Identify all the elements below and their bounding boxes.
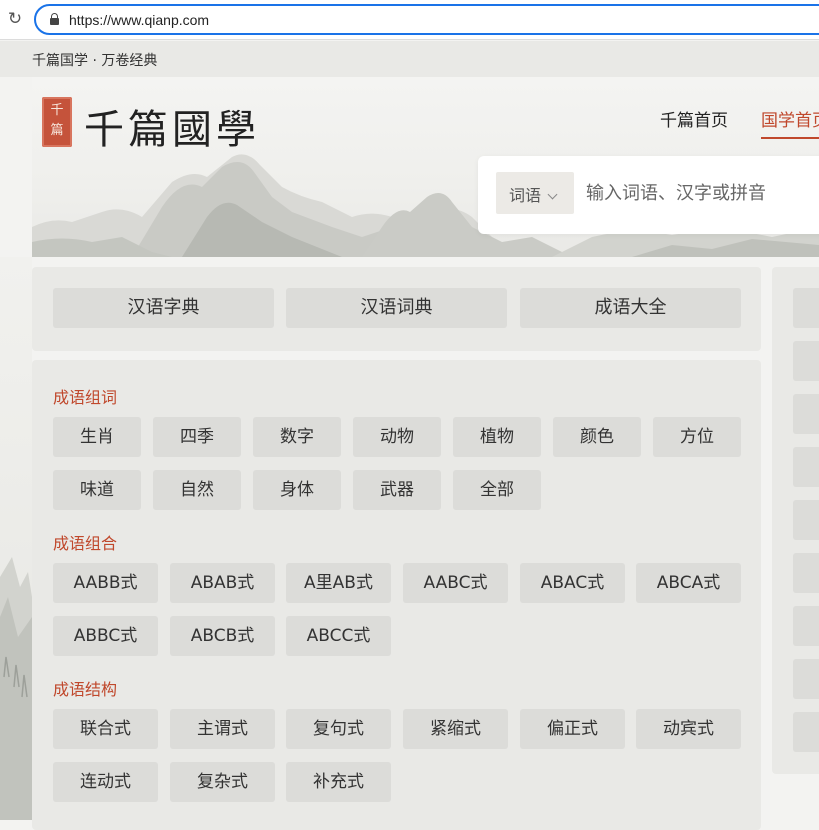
category-chip[interactable]: 身体 <box>253 470 341 510</box>
site-slogan: 千篇国学 · 万卷经典 <box>32 53 158 69</box>
address-bar[interactable]: https://www.qianp.com <box>34 4 819 35</box>
section-title: 成语组词 <box>53 388 118 407</box>
right-side-panel <box>772 267 819 774</box>
quicklink-chengyu-daquan[interactable]: 成语大全 <box>520 288 741 328</box>
category-chip[interactable]: 颜色 <box>553 417 641 457</box>
category-chip[interactable]: 植物 <box>453 417 541 457</box>
category-chip[interactable]: ABBC式 <box>53 616 158 656</box>
url-text[interactable]: https://www.qianp.com <box>69 12 209 28</box>
category-chip[interactable]: A里AB式 <box>286 563 391 603</box>
category-chip[interactable]: 动物 <box>353 417 441 457</box>
nav-home-link[interactable]: 千篇首页 <box>660 106 728 131</box>
category-chip[interactable]: 方位 <box>653 417 741 457</box>
category-chip[interactable]: 偏正式 <box>520 709 625 749</box>
search-type-label: 词语 <box>509 186 542 205</box>
category-chip[interactable]: 四季 <box>153 417 241 457</box>
category-chip[interactable]: AABB式 <box>53 563 158 603</box>
lock-icon <box>50 13 59 25</box>
side-link-button[interactable] <box>793 394 819 434</box>
quicklinks-panel: 汉语字典 汉语词典 成语大全 <box>32 267 761 351</box>
side-link-button[interactable] <box>793 659 819 699</box>
nav-guoxue-link[interactable]: 国学首页 <box>761 106 819 131</box>
category-chip[interactable]: ABCA式 <box>636 563 741 603</box>
categories-panel: 成语组词 生肖 四季 数字 动物 植物 颜色 方位 味道 自然 身体 武器 全部… <box>32 360 761 830</box>
side-link-button[interactable] <box>793 288 819 328</box>
browser-toolbar: ↻ https://www.qianp.com <box>0 0 819 40</box>
category-chip[interactable]: ABAB式 <box>170 563 275 603</box>
search-box: 词语 <box>478 156 819 234</box>
category-chip[interactable]: 补充式 <box>286 762 391 802</box>
category-chip[interactable]: 联合式 <box>53 709 158 749</box>
category-chip[interactable]: 生肖 <box>53 417 141 457</box>
side-link-button[interactable] <box>793 500 819 540</box>
reload-icon[interactable]: ↻ <box>6 10 24 28</box>
site-header: 千 篇 千篇國學 千篇首页 国学首页 词语 <box>32 77 819 257</box>
logo-seal[interactable]: 千 篇 <box>42 97 72 147</box>
side-link-button[interactable] <box>793 447 819 487</box>
category-chip[interactable]: 连动式 <box>53 762 158 802</box>
quicklink-hanyu-zidian[interactable]: 汉语字典 <box>53 288 274 328</box>
category-chip[interactable]: ABCC式 <box>286 616 391 656</box>
category-chip[interactable]: 味道 <box>53 470 141 510</box>
side-link-button[interactable] <box>793 553 819 593</box>
category-chip[interactable]: 紧缩式 <box>403 709 508 749</box>
left-landscape-art <box>0 257 32 820</box>
search-input[interactable] <box>586 172 819 214</box>
side-link-button[interactable] <box>793 606 819 646</box>
category-chip[interactable]: ABAC式 <box>520 563 625 603</box>
site-logo-text[interactable]: 千篇國學 <box>84 97 260 155</box>
side-link-button[interactable] <box>793 712 819 752</box>
chevron-down-icon <box>547 189 558 200</box>
quicklink-hanyu-cidian[interactable]: 汉语词典 <box>286 288 507 328</box>
category-chip[interactable]: 全部 <box>453 470 541 510</box>
category-chip[interactable]: 数字 <box>253 417 341 457</box>
active-nav-underline <box>761 137 819 139</box>
side-link-button[interactable] <box>793 341 819 381</box>
category-chip[interactable]: AABC式 <box>403 563 508 603</box>
category-chip[interactable]: 复杂式 <box>170 762 275 802</box>
category-chip[interactable]: 主谓式 <box>170 709 275 749</box>
category-chip[interactable]: ABCB式 <box>170 616 275 656</box>
category-chip[interactable]: 复句式 <box>286 709 391 749</box>
site-top-strip: 千篇国学 · 万卷经典 <box>0 41 819 77</box>
section-title: 成语结构 <box>53 680 118 699</box>
category-chip[interactable]: 动宾式 <box>636 709 741 749</box>
category-chip[interactable]: 武器 <box>353 470 441 510</box>
section-title: 成语组合 <box>53 534 118 553</box>
search-type-select[interactable]: 词语 <box>496 172 574 214</box>
category-chip[interactable]: 自然 <box>153 470 241 510</box>
